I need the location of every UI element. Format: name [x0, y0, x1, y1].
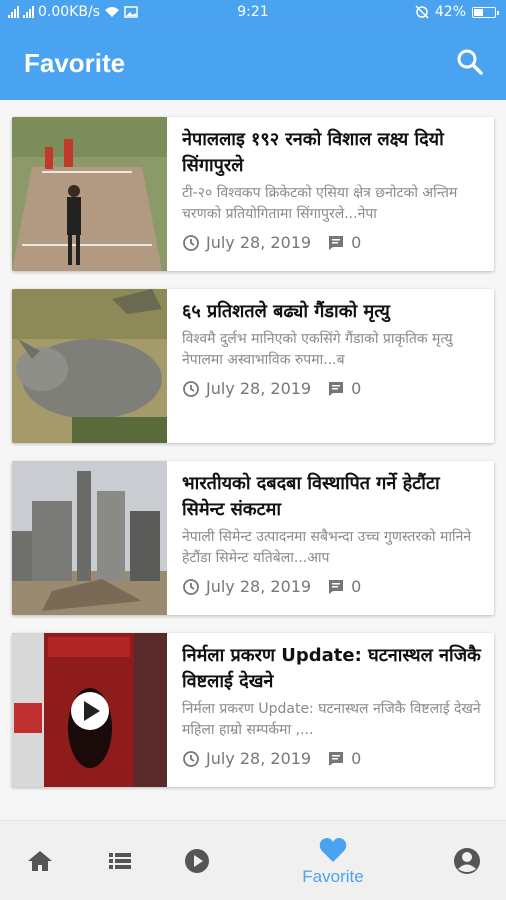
article-card[interactable]: निर्मला प्रकरण Update: घटनास्थल नजिकै वि… [12, 633, 494, 787]
nav-video[interactable] [177, 821, 217, 900]
article-title: निर्मला प्रकरण Update: घटनास्थल नजिकै वि… [182, 645, 481, 692]
article-list: नेपाललाइ १९२ रनको विशाल लक्ष्य दियो सिंग… [0, 100, 506, 820]
article-date: July 28, 2019 [206, 749, 312, 768]
status-bar: 0.00KB/s 9:21 42% [0, 0, 506, 26]
clock-icon [183, 578, 199, 595]
search-icon[interactable] [454, 46, 486, 78]
clock-icon [183, 380, 199, 397]
comment-count: 0 [351, 379, 362, 398]
article-card[interactable]: नेपाललाइ १९२ रनको विशाल लक्ष्य दियो सिंग… [12, 117, 494, 271]
play-icon [185, 849, 209, 873]
article-summary: टी-२० विश्वकप क्रिकेटको एसिया क्षेत्र छन… [182, 185, 458, 222]
article-thumbnail [12, 117, 167, 271]
page-title: Favorite [24, 48, 126, 78]
nav-list[interactable] [100, 821, 140, 900]
article-date: July 28, 2019 [206, 379, 312, 398]
article-thumbnail [12, 461, 167, 615]
nav-favorite-label: Favorite [302, 867, 364, 886]
clock-icon [183, 750, 199, 767]
clock-icon [183, 234, 199, 251]
article-card[interactable]: ६५ प्रतिशतले बढ्यो गैंडाको मृत्यु विश्वम… [12, 289, 494, 443]
comment-count: 0 [351, 749, 362, 768]
article-thumbnail [12, 289, 167, 443]
battery-icon [472, 6, 499, 18]
battery-percent: 42% [434, 4, 466, 20]
article-date: July 28, 2019 [206, 233, 312, 252]
comment-icon [329, 235, 344, 250]
article-title: नेपाललाइ १९२ रनको विशाल लक्ष्य दियो सिंग… [182, 129, 444, 176]
comment-icon [329, 381, 344, 396]
article-summary: नेपाली सिमेन्ट उत्पादनमा सबैभन्दा उच्च ग… [182, 529, 472, 566]
bottom-navigation: Favorite [0, 820, 506, 900]
heart-icon [319, 838, 347, 862]
comment-count: 0 [351, 577, 362, 596]
alarm-off-icon [415, 5, 429, 19]
app-bar: Favorite [0, 26, 506, 100]
account-icon [454, 848, 480, 874]
nav-favorite[interactable]: Favorite [290, 821, 376, 900]
comment-icon [329, 579, 344, 594]
comment-icon [329, 751, 344, 766]
article-title: भारतीयको दबदबा विस्थापित गर्ने हेटौंटा स… [182, 473, 440, 520]
article-title: ६५ प्रतिशतले बढ्यो गैंडाको मृत्यु [182, 301, 390, 322]
list-icon [109, 853, 131, 869]
article-card[interactable]: भारतीयको दबदबा विस्थापित गर्ने हेटौंटा स… [12, 461, 494, 615]
article-summary: विश्वमै दुर्लभ मानिएको एकसिंगे गैंडाको प… [182, 331, 453, 368]
home-icon [28, 851, 52, 871]
comment-count: 0 [351, 233, 362, 252]
article-date: July 28, 2019 [206, 577, 312, 596]
nav-account[interactable] [447, 821, 487, 900]
article-summary: निर्मला प्रकरण Update: घटनास्थल नजिकै वि… [182, 701, 481, 738]
nav-home[interactable] [20, 821, 60, 900]
article-thumbnail [12, 633, 167, 787]
